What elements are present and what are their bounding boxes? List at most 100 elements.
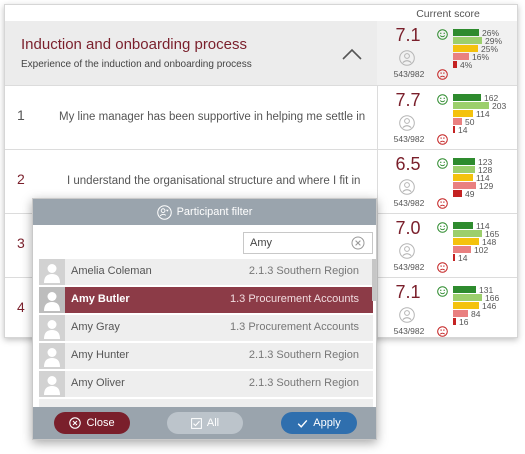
distribution-bar-label: 102	[474, 245, 489, 255]
question-text: I understand the organisational structur…	[67, 175, 361, 187]
distribution-bar-label: 203	[492, 101, 507, 111]
smile-icon	[437, 29, 448, 40]
response-count: 543/982	[393, 326, 425, 336]
distribution-bar	[453, 310, 468, 317]
avatar	[39, 343, 65, 369]
person-icon	[399, 243, 415, 259]
dialog-header: Participant filter	[33, 199, 376, 225]
distribution-bar	[453, 286, 476, 293]
smile-icon	[437, 158, 448, 169]
person-silhouette-icon	[44, 264, 60, 283]
avatar	[39, 287, 65, 313]
participant-filter-dialog: Participant filter Amelia Coleman 2.1.3 …	[32, 198, 377, 440]
dialog-title: Participant filter	[176, 206, 253, 218]
frown-icon	[437, 262, 448, 273]
participant-group: 2.1.3 Southern Region	[248, 265, 359, 277]
question-text: My line manager has been supportive in h…	[59, 111, 366, 123]
frown-icon	[437, 198, 448, 209]
distribution-bar	[453, 166, 475, 173]
person-silhouette-icon	[44, 348, 60, 367]
chevron-up-icon[interactable]	[341, 47, 363, 61]
distribution-bar-label: 114	[476, 109, 490, 119]
distribution-bar	[453, 53, 469, 60]
list-item[interactable]	[39, 399, 373, 407]
person-silhouette-icon	[44, 376, 60, 395]
distribution-bar	[453, 182, 476, 189]
close-button[interactable]: Close	[54, 412, 130, 434]
distribution-bar	[453, 230, 482, 237]
close-button-label: Close	[86, 417, 115, 429]
avatar	[39, 259, 65, 285]
response-count: 543/982	[393, 262, 425, 272]
distribution-bar	[453, 294, 482, 301]
distribution-bar-label: 14	[458, 125, 468, 135]
apply-button-label: Apply	[313, 417, 341, 429]
participant-name: Amy Gray	[71, 321, 120, 333]
person-silhouette-icon	[44, 292, 60, 311]
distribution-bar-label: 129	[479, 181, 494, 191]
list-item-selected[interactable]: Amy Butler 1.3 Procurement Accounts	[39, 287, 373, 313]
distribution-bar-label: 16	[459, 317, 469, 327]
participant-group: 2.1.3 Southern Region	[248, 349, 359, 361]
score-value: 7.1	[395, 25, 421, 45]
current-score-header: Current score	[416, 8, 480, 20]
distribution-bar	[453, 318, 456, 325]
section-subtitle: Experience of the induction and onboardi…	[21, 59, 252, 70]
distribution-bar	[453, 118, 462, 125]
distribution-bar	[453, 61, 457, 68]
section-header[interactable]: Induction and onboarding process Experie…	[5, 21, 377, 85]
score-value: 7.0	[395, 218, 421, 238]
score-value: 7.1	[395, 282, 421, 302]
section-score-panel: 7.1 543/982 26% 29% 25% 16% 4%	[377, 21, 517, 85]
all-button-label: All	[206, 417, 220, 429]
list-item[interactable]: Amy Oliver 2.1.3 Southern Region	[39, 371, 373, 397]
response-count: 543/982	[393, 69, 425, 79]
apply-button[interactable]: Apply	[281, 412, 357, 434]
participant-filter-icon	[156, 204, 172, 220]
question-score-panel: 7.1 543/982 131 166 146 84 16	[377, 278, 517, 337]
distribution-bar	[453, 174, 473, 181]
participant-group: 2.1.3 Southern Region	[248, 377, 359, 389]
distribution-bar	[453, 45, 478, 52]
participant-group: 1.3 Procurement Accounts	[229, 321, 359, 333]
participant-list[interactable]: Amelia Coleman 2.1.3 Southern Region Amy…	[39, 259, 373, 407]
smile-icon	[437, 286, 448, 297]
participant-name: Amy Hunter	[71, 349, 130, 361]
distribution-bar-label: 146	[482, 301, 497, 311]
distribution-bar	[453, 158, 475, 165]
question-number: 1	[17, 107, 25, 123]
frown-icon	[437, 326, 448, 337]
list-item[interactable]: Amy Gray 1.3 Procurement Accounts	[39, 315, 373, 341]
question-score-panel: 7.0 543/982 114 165 148 102 14	[377, 214, 517, 278]
avatar	[39, 315, 65, 341]
person-icon	[399, 307, 415, 323]
distribution-bar-label: 16%	[472, 52, 490, 62]
distribution-bar	[453, 126, 455, 133]
distribution-bar	[453, 94, 481, 101]
response-count: 543/982	[393, 198, 425, 208]
question-row[interactable]: 1 My line manager has been supportive in…	[5, 85, 517, 150]
all-button[interactable]: All	[167, 412, 243, 434]
section-induction[interactable]: Induction and onboarding process Experie…	[5, 21, 517, 85]
close-icon	[69, 417, 82, 429]
dialog-footer: Close All Apply	[33, 407, 376, 439]
question-number: 4	[17, 299, 25, 315]
clear-search-icon[interactable]	[351, 236, 365, 250]
list-item[interactable]: Amy Hunter 2.1.3 Southern Region	[39, 343, 373, 369]
list-scrollbar[interactable]	[372, 259, 376, 301]
distribution-bar	[453, 190, 462, 197]
participant-name: Amelia Coleman	[71, 265, 152, 277]
person-icon	[399, 50, 415, 66]
distribution-bar	[453, 29, 479, 36]
list-item[interactable]: Amelia Coleman 2.1.3 Southern Region	[39, 259, 373, 285]
distribution-bar-label: 4%	[460, 60, 473, 70]
participant-name: Amy Butler	[71, 293, 130, 305]
avatar	[39, 371, 65, 397]
question-number: 2	[17, 171, 25, 187]
response-count: 543/982	[393, 134, 425, 144]
participant-name: Amy Oliver	[71, 377, 125, 389]
frown-icon	[437, 134, 448, 145]
distribution-bar	[453, 110, 473, 117]
distribution-bar-label: 49	[465, 189, 475, 199]
question-number: 3	[17, 235, 25, 251]
